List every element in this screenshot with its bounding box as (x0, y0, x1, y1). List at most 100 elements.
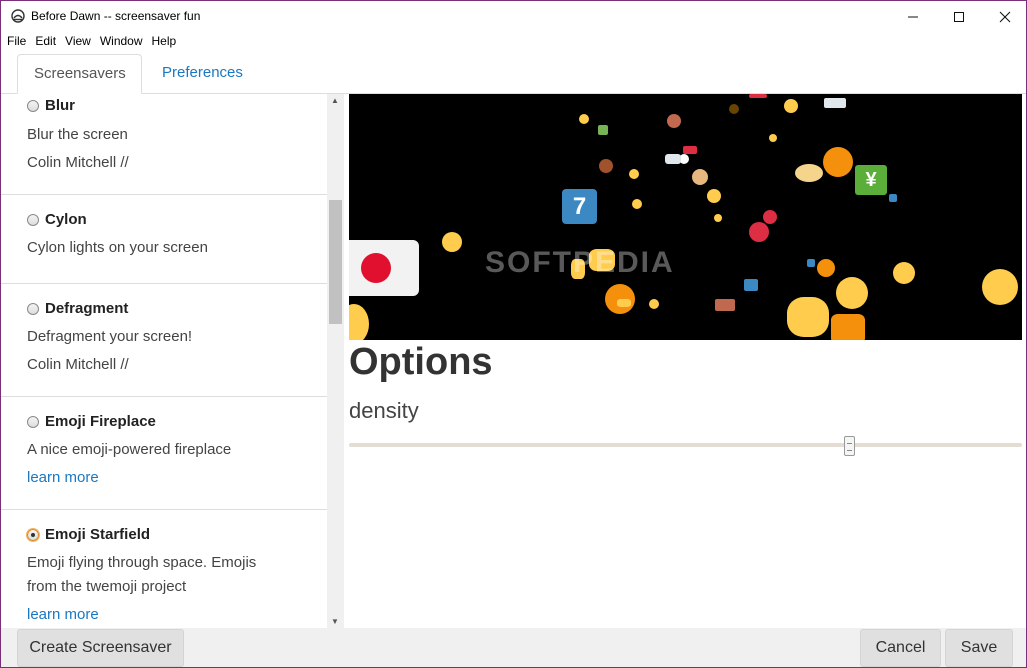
face-emoji-icon (632, 199, 642, 209)
screensaver-description: Defragment your screen! (27, 328, 193, 345)
tab-preferences[interactable]: Preferences (146, 54, 259, 94)
japan-flag-emoji-icon (349, 240, 419, 296)
menu-file[interactable]: File (1, 32, 26, 52)
radio-emoji-fireplace[interactable] (27, 415, 39, 428)
list-item-header: Cylon (27, 211, 87, 228)
app-window: Before Dawn -- screensaver fun File Edit… (0, 0, 1027, 668)
screensaver-name: Cylon (45, 211, 87, 228)
radio-blur[interactable] (27, 99, 39, 112)
face-emoji-icon (629, 169, 639, 179)
face-emoji-icon (692, 169, 708, 185)
list-item-emoji-starfield[interactable]: Emoji Starfield Emoji flying through spa… (1, 510, 327, 628)
face-emoji-icon (729, 104, 739, 114)
face-emoji-icon (784, 99, 798, 113)
screensaver-name: Emoji Starfield (45, 526, 151, 543)
screensaver-name: Defragment (45, 300, 129, 317)
screensaver-description: Emoji flying through space. Emojis (27, 554, 257, 571)
tongue-face-emoji-icon (982, 269, 1018, 305)
curry-emoji-icon (795, 164, 823, 182)
learn-more-link[interactable]: learn more (27, 606, 99, 623)
minimize-icon (908, 16, 918, 17)
face-emoji-icon (769, 134, 777, 142)
list-item-cylon[interactable]: Cylon Cylon lights on your screen (1, 195, 327, 284)
heart-emoji-icon (763, 210, 777, 224)
screensaver-name: Emoji Fireplace (45, 413, 156, 430)
flag-emoji-icon (749, 94, 767, 98)
create-screensaver-button[interactable]: Create Screensaver (17, 629, 184, 667)
list-item-defragment[interactable]: Defragment Defragment your screen! Colin… (1, 284, 327, 397)
menu-window[interactable]: Window (94, 32, 143, 52)
face-emoji-icon (665, 154, 681, 164)
face-emoji-icon (667, 114, 681, 128)
learn-more-link[interactable]: learn more (27, 469, 99, 486)
save-button[interactable]: Save (945, 629, 1013, 667)
keycap-seven-emoji-icon: 7 (562, 189, 597, 224)
heart-emoji-icon (749, 222, 769, 242)
app-logo-icon (11, 9, 25, 23)
flag-emoji-icon (744, 279, 758, 291)
yen-chart-emoji-icon: ¥ (855, 165, 887, 195)
orange-emoji-icon (823, 147, 853, 177)
list-item-header: Emoji Starfield (27, 526, 150, 543)
cancel-button[interactable]: Cancel (860, 629, 941, 667)
scroll-down-arrow-icon[interactable]: ▼ (331, 617, 339, 626)
list-scrollbar[interactable]: ▲ ▼ (327, 94, 344, 628)
flag-emoji-icon (824, 98, 846, 108)
close-button[interactable] (982, 1, 1026, 32)
maximize-button[interactable] (936, 1, 982, 32)
flag-emoji-icon (598, 125, 608, 135)
face-emoji-icon (707, 189, 721, 203)
footer-bar: Create Screensaver Cancel Save (1, 628, 1026, 667)
list-item-header: Defragment (27, 300, 128, 317)
radio-emoji-starfield[interactable] (27, 528, 39, 541)
list-item-blur[interactable]: Blur Blur the screen Colin Mitchell // (1, 94, 327, 195)
screensaver-description: A nice emoji-powered fireplace (27, 441, 232, 458)
menu-edit[interactable]: Edit (29, 32, 56, 52)
screensaver-description: Cylon lights on your screen (27, 239, 208, 256)
window-title: Before Dawn -- screensaver fun (31, 9, 201, 23)
maple-leaf-emoji-icon (831, 314, 865, 340)
maximize-icon (954, 11, 964, 22)
density-label: density (349, 398, 419, 423)
density-slider[interactable] (349, 443, 1022, 447)
menu-bar: File Edit View Window Help (1, 32, 1026, 52)
flag-emoji-icon (715, 299, 735, 311)
radio-defragment[interactable] (27, 302, 39, 315)
screensaver-description: Blur the screen (27, 126, 128, 143)
orange-emoji-icon (817, 259, 835, 277)
tab-bar: Screensavers Preferences (1, 52, 1026, 94)
face-emoji-icon (714, 214, 722, 222)
flag-emoji-icon (889, 194, 897, 202)
menu-view[interactable]: View (59, 32, 91, 52)
face-emoji-icon (349, 304, 369, 340)
list-item-header: Emoji Fireplace (27, 413, 156, 430)
screensaver-list: Blur Blur the screen Colin Mitchell // C… (1, 94, 327, 628)
face-emoji-icon (617, 299, 631, 307)
screensaver-author: Colin Mitchell // (27, 356, 129, 373)
screensaver-description: from the twemoji project (27, 578, 187, 595)
menu-help[interactable]: Help (146, 32, 177, 52)
title-bar: Before Dawn -- screensaver fun (1, 1, 1026, 32)
face-emoji-icon (649, 299, 659, 309)
screensaver-author: Colin Mitchell // (27, 154, 129, 171)
close-icon (999, 11, 1011, 22)
face-emoji-icon (442, 232, 462, 252)
flag-emoji-icon (807, 259, 815, 267)
list-item-header: Blur (27, 97, 75, 114)
scroll-up-arrow-icon[interactable]: ▲ (331, 96, 339, 105)
tab-screensavers[interactable]: Screensavers (17, 54, 142, 94)
face-emoji-icon (579, 114, 589, 124)
minimize-button[interactable] (890, 1, 936, 32)
screensaver-preview: 7 ¥ SOFTPEDIA (349, 94, 1022, 340)
cat-face-emoji-icon (893, 262, 915, 284)
density-slider-thumb[interactable] (844, 436, 855, 456)
cat-face-emoji-icon (787, 297, 829, 337)
tongue-face-emoji-icon (836, 277, 868, 309)
options-title: Options (349, 341, 493, 383)
flag-emoji-icon (683, 146, 697, 154)
radio-cylon[interactable] (27, 213, 39, 226)
scrollbar-thumb[interactable] (329, 200, 342, 324)
face-emoji-icon (599, 159, 613, 173)
watermark: SOFTPEDIA (485, 246, 675, 279)
list-item-emoji-fireplace[interactable]: Emoji Fireplace A nice emoji-powered fir… (1, 397, 327, 510)
